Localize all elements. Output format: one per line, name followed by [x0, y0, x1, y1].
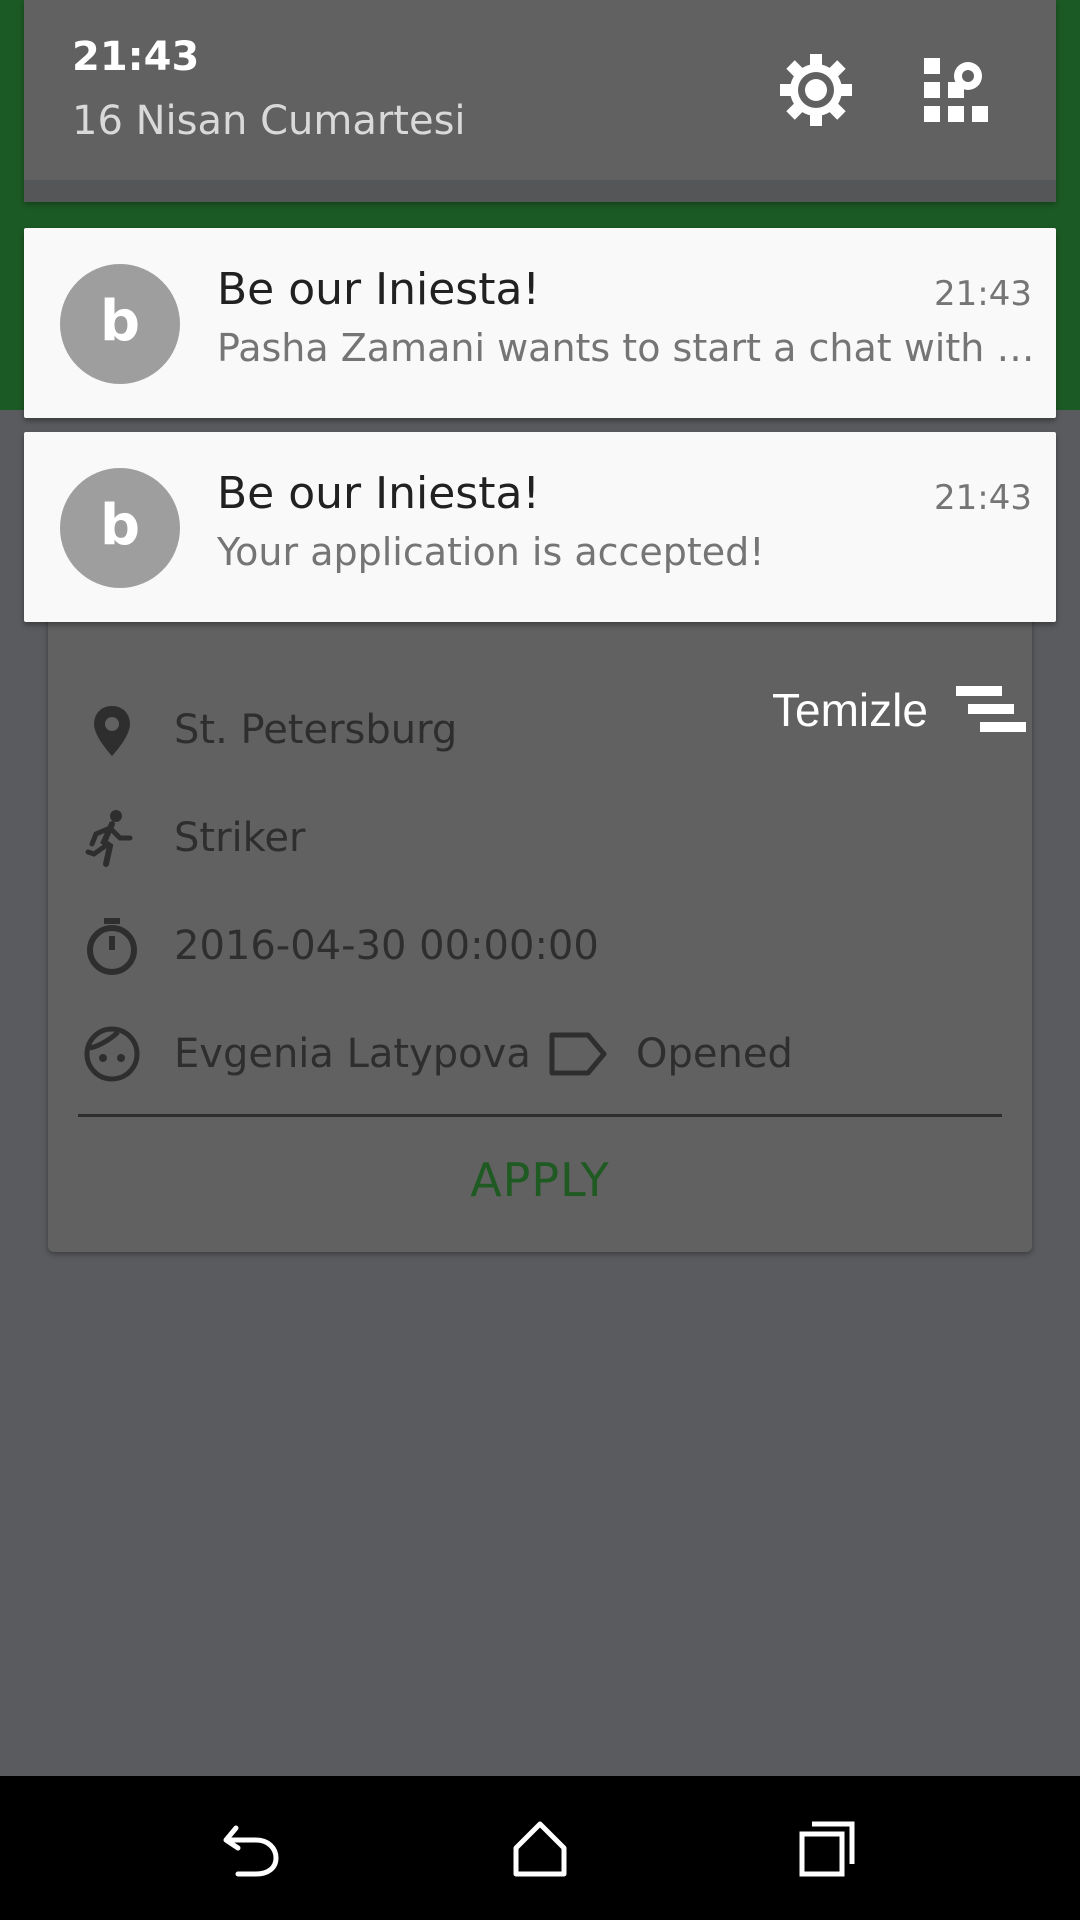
label-tag-icon	[549, 1032, 607, 1076]
apply-button[interactable]: APPLY	[48, 1140, 1032, 1220]
location-row: St. Petersburg	[82, 700, 457, 760]
notification-shade-header: 21:43 16 Nisan Cumartesi	[24, 0, 1056, 202]
job-card: St. Petersburg Striker 2016-04-30 00:00:…	[48, 560, 1032, 1252]
app-avatar: b	[60, 264, 180, 384]
app-avatar: b	[60, 468, 180, 588]
owner-row: Evgenia Latypova	[82, 1024, 531, 1084]
running-person-icon	[85, 810, 133, 867]
notification-time: 21:43	[934, 274, 1032, 314]
stopwatch-icon	[87, 918, 137, 975]
notification-time: 21:43	[934, 478, 1032, 518]
position-text: Striker	[174, 815, 306, 861]
navigation-bar	[0, 1776, 1080, 1920]
location-text: St. Petersburg	[174, 707, 458, 753]
status-row: Opened	[548, 1024, 793, 1084]
position-row: Striker	[82, 808, 305, 868]
owner-text: Evgenia Latypova	[174, 1031, 531, 1077]
notification-body: Pasha Zamani wants to start a chat with …	[217, 326, 1037, 370]
status-text: Opened	[636, 1031, 793, 1077]
recents-icon[interactable]	[792, 1812, 864, 1884]
datetime-text: 2016-04-30 00:00:00	[174, 923, 599, 969]
notification-title: Be our Iniesta!	[217, 264, 541, 315]
clear-all-icon	[955, 686, 1026, 732]
shade-header-divider	[24, 180, 1056, 202]
back-icon[interactable]	[216, 1812, 288, 1884]
shade-date[interactable]: 16 Nisan Cumartesi	[72, 98, 466, 144]
card-divider	[78, 1114, 1002, 1117]
location-pin-icon	[94, 706, 130, 756]
notification-card[interactable]: b Be our Iniesta! 21:43 Pasha Zamani wan…	[24, 228, 1056, 418]
datetime-row: 2016-04-30 00:00:00	[82, 916, 599, 976]
notification-card[interactable]: b Be our Iniesta! 21:43 Your application…	[24, 432, 1056, 622]
gear-icon[interactable]	[776, 50, 856, 130]
clear-all-button[interactable]: Temizle	[772, 680, 1028, 740]
notification-body: Your application is accepted!	[217, 530, 765, 574]
shade-clock: 21:43	[72, 34, 200, 80]
notification-title: Be our Iniesta!	[217, 468, 541, 519]
quick-settings-icon[interactable]	[922, 56, 990, 124]
clear-all-label: Temizle	[772, 684, 928, 736]
face-icon	[84, 1026, 140, 1082]
home-icon[interactable]	[504, 1812, 576, 1884]
